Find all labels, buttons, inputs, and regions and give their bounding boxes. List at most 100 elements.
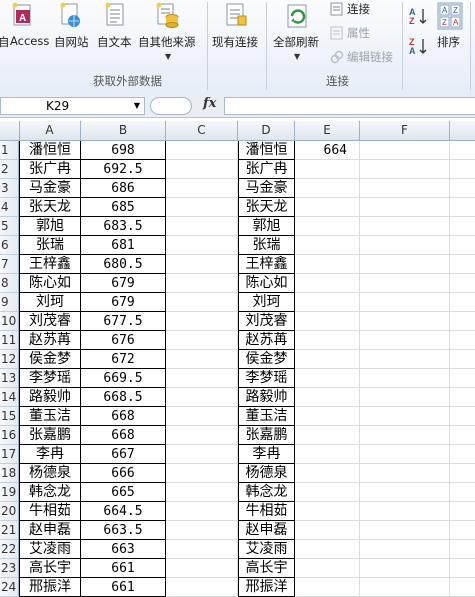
cell-d[interactable]: 刘珂 xyxy=(238,293,295,312)
row-header[interactable]: 24 xyxy=(0,578,19,597)
cell-c[interactable] xyxy=(166,331,238,350)
cell-g[interactable] xyxy=(450,540,475,559)
cell-c[interactable] xyxy=(166,445,238,464)
row-header[interactable]: 23 xyxy=(0,559,19,578)
cell-e[interactable] xyxy=(295,559,360,578)
chevron-down-icon[interactable]: ▼ xyxy=(134,98,140,114)
cell-c[interactable] xyxy=(166,312,238,331)
refresh-all-button[interactable]: 全部刷新 xyxy=(273,34,319,50)
cell-b[interactable]: 661 xyxy=(81,578,166,597)
cell-b[interactable]: 679 xyxy=(81,274,166,293)
cell-b[interactable]: 664.5 xyxy=(81,502,166,521)
from-access-button[interactable]: Access xyxy=(10,34,49,48)
column-header-e[interactable]: E xyxy=(295,121,360,140)
connections-button[interactable]: 连接 xyxy=(347,1,370,17)
cell-g[interactable] xyxy=(450,198,475,217)
cell-c[interactable] xyxy=(166,350,238,369)
cell-d[interactable]: 赵申磊 xyxy=(238,521,295,540)
cell-g[interactable] xyxy=(450,236,475,255)
row-header[interactable]: 8 xyxy=(0,274,19,293)
cell-d[interactable]: 李冉 xyxy=(238,445,295,464)
cell-f[interactable] xyxy=(360,236,450,255)
cell-g[interactable] xyxy=(450,407,475,426)
cell-d[interactable]: 李梦瑶 xyxy=(238,369,295,388)
select-all-button[interactable] xyxy=(0,121,20,140)
cell-b[interactable]: 692.5 xyxy=(81,160,166,179)
cell-g[interactable] xyxy=(450,483,475,502)
sort-descending-icon[interactable]: ZA xyxy=(408,36,430,56)
from-left-button[interactable]: 自 xyxy=(0,34,10,50)
cell-c[interactable] xyxy=(166,179,238,198)
cell-f[interactable] xyxy=(360,312,450,331)
column-header-f[interactable]: F xyxy=(360,121,450,140)
from-other-sources-button[interactable]: 自其他来源 xyxy=(138,34,196,50)
cell-f[interactable] xyxy=(360,388,450,407)
cell-d[interactable]: 赵苏苒 xyxy=(238,331,295,350)
cell-f[interactable] xyxy=(360,483,450,502)
cell-b[interactable]: 668 xyxy=(81,426,166,445)
cell-e[interactable] xyxy=(295,445,360,464)
row-header[interactable]: 16 xyxy=(0,426,19,445)
cell-b[interactable]: 661 xyxy=(81,559,166,578)
cell-a[interactable]: 潘恒恒 xyxy=(19,141,81,160)
cell-c[interactable] xyxy=(166,540,238,559)
cell-f[interactable] xyxy=(360,407,450,426)
cell-a[interactable]: 王梓鑫 xyxy=(19,255,81,274)
existing-connections-button[interactable]: 现有连接 xyxy=(212,34,258,50)
formula-input[interactable] xyxy=(224,97,475,115)
cell-a[interactable]: 赵苏苒 xyxy=(19,331,81,350)
cell-d[interactable]: 刘茂睿 xyxy=(238,312,295,331)
cell-e[interactable] xyxy=(295,274,360,293)
cell-a[interactable]: 侯金梦 xyxy=(19,350,81,369)
row-header[interactable]: 3 xyxy=(0,179,19,198)
cell-b[interactable]: 679 xyxy=(81,293,166,312)
cell-f[interactable] xyxy=(360,426,450,445)
row-header[interactable]: 22 xyxy=(0,540,19,559)
cell-e[interactable] xyxy=(295,502,360,521)
cell-b[interactable]: 683.5 xyxy=(81,217,166,236)
cell-c[interactable] xyxy=(166,293,238,312)
cell-g[interactable] xyxy=(450,445,475,464)
cell-e[interactable] xyxy=(295,160,360,179)
cell-d[interactable]: 高长宇 xyxy=(238,559,295,578)
cell-c[interactable] xyxy=(166,521,238,540)
column-header-a[interactable]: A xyxy=(19,121,81,140)
cell-e[interactable] xyxy=(295,350,360,369)
cell-a[interactable]: 刘珂 xyxy=(19,293,81,312)
cell-b[interactable]: 686 xyxy=(81,179,166,198)
cell-e[interactable] xyxy=(295,540,360,559)
cell-c[interactable] xyxy=(166,502,238,521)
cell-f[interactable] xyxy=(360,521,450,540)
column-header-d[interactable]: D xyxy=(238,121,295,140)
cell-b[interactable]: 665 xyxy=(81,483,166,502)
cell-e[interactable] xyxy=(295,483,360,502)
cell-a[interactable]: 路毅帅 xyxy=(19,388,81,407)
sort-button[interactable]: 排序 xyxy=(437,34,460,50)
row-header[interactable]: 4 xyxy=(0,198,19,217)
cell-a[interactable]: 刘茂睿 xyxy=(19,312,81,331)
cell-b[interactable]: 668.5 xyxy=(81,388,166,407)
column-header-b[interactable]: B xyxy=(81,121,166,140)
cell-g[interactable] xyxy=(450,141,475,160)
from-web-button[interactable]: 自网站 xyxy=(54,34,89,50)
cell-b[interactable]: 666 xyxy=(81,464,166,483)
row-header[interactable]: 15 xyxy=(0,407,19,426)
row-header[interactable]: 19 xyxy=(0,483,19,502)
cell-b[interactable]: 663 xyxy=(81,540,166,559)
formula-bar-controls[interactable] xyxy=(150,97,192,115)
row-header[interactable]: 5 xyxy=(0,217,19,236)
row-header[interactable]: 1 xyxy=(0,141,19,160)
properties-button[interactable]: 属性 xyxy=(347,25,370,41)
cell-b[interactable]: 667 xyxy=(81,445,166,464)
cell-f[interactable] xyxy=(360,198,450,217)
cell-d[interactable]: 郭旭 xyxy=(238,217,295,236)
cell-f[interactable] xyxy=(360,445,450,464)
cell-d[interactable]: 牛相茹 xyxy=(238,502,295,521)
row-header[interactable]: 14 xyxy=(0,388,19,407)
column-header-g[interactable] xyxy=(450,121,475,140)
cell-c[interactable] xyxy=(166,274,238,293)
cell-d[interactable]: 张广冉 xyxy=(238,160,295,179)
cell-f[interactable] xyxy=(360,141,450,160)
cell-e[interactable] xyxy=(295,369,360,388)
cell-a[interactable]: 张广冉 xyxy=(19,160,81,179)
